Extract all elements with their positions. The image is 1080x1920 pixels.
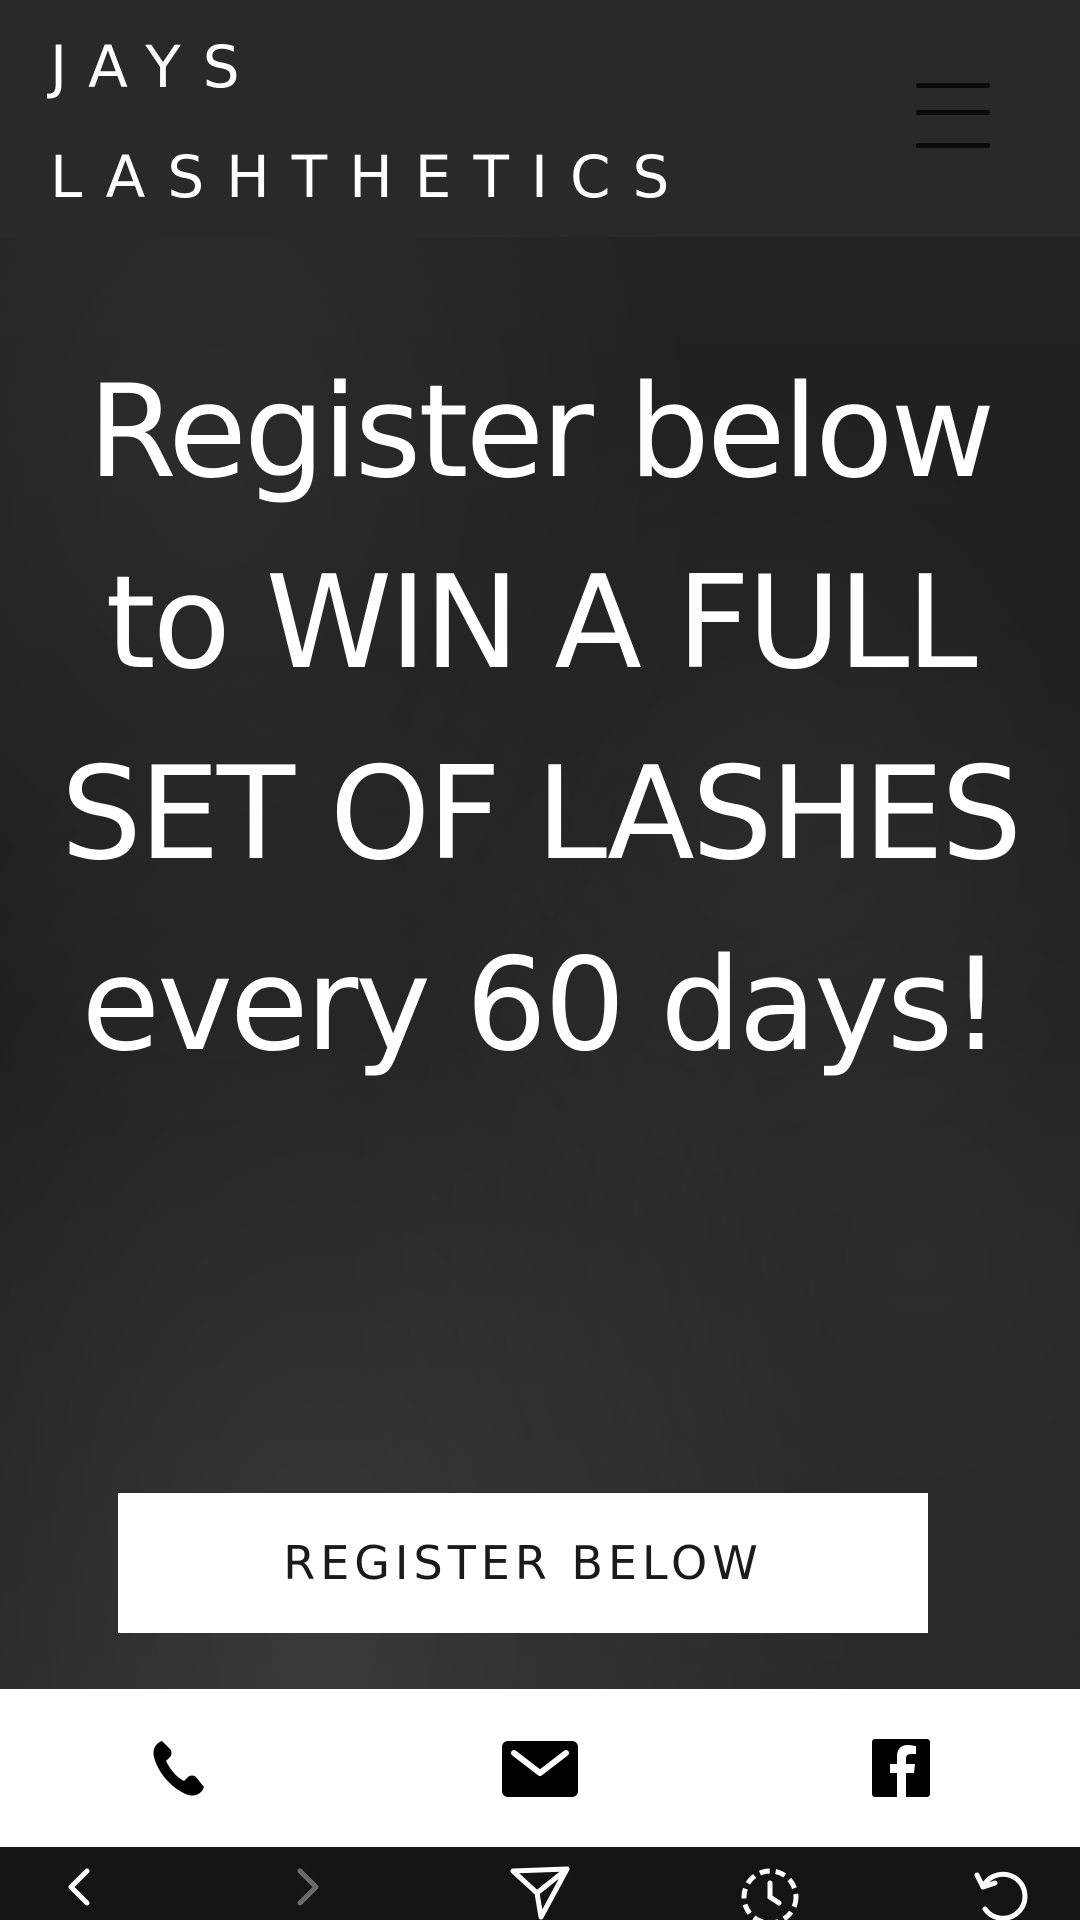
menu-bar-top (916, 83, 990, 88)
menu-bar-middle (916, 110, 990, 115)
page: JAYS LASHTHETICS Register below to WIN A… (0, 0, 1080, 1920)
hero-section: Register below to WIN A FULL SET OF LASH… (0, 237, 1080, 1689)
browser-nav-bar (0, 1847, 1080, 1920)
hero-title: Register below to WIN A FULL SET OF LASH… (60, 358, 1023, 1080)
facebook-icon[interactable] (860, 1733, 940, 1803)
history-icon[interactable] (735, 1865, 805, 1920)
share-icon[interactable] (505, 1865, 575, 1920)
register-button-label: REGISTER BELOW (283, 1536, 763, 1590)
contact-bar (0, 1689, 1080, 1847)
forward-icon[interactable] (276, 1865, 346, 1920)
brand-logo-line-2[interactable]: LASHTHETICS (50, 148, 691, 206)
register-below-button[interactable]: REGISTER BELOW (118, 1493, 928, 1633)
site-header: JAYS LASHTHETICS (0, 0, 1080, 237)
hamburger-menu-icon[interactable] (908, 76, 990, 154)
brand-logo-line-1[interactable]: JAYS (50, 38, 262, 96)
phone-icon[interactable] (140, 1733, 220, 1803)
menu-bar-bottom (916, 143, 990, 148)
back-icon[interactable] (45, 1865, 115, 1920)
reload-icon[interactable] (965, 1865, 1035, 1920)
mail-icon[interactable] (500, 1733, 580, 1803)
